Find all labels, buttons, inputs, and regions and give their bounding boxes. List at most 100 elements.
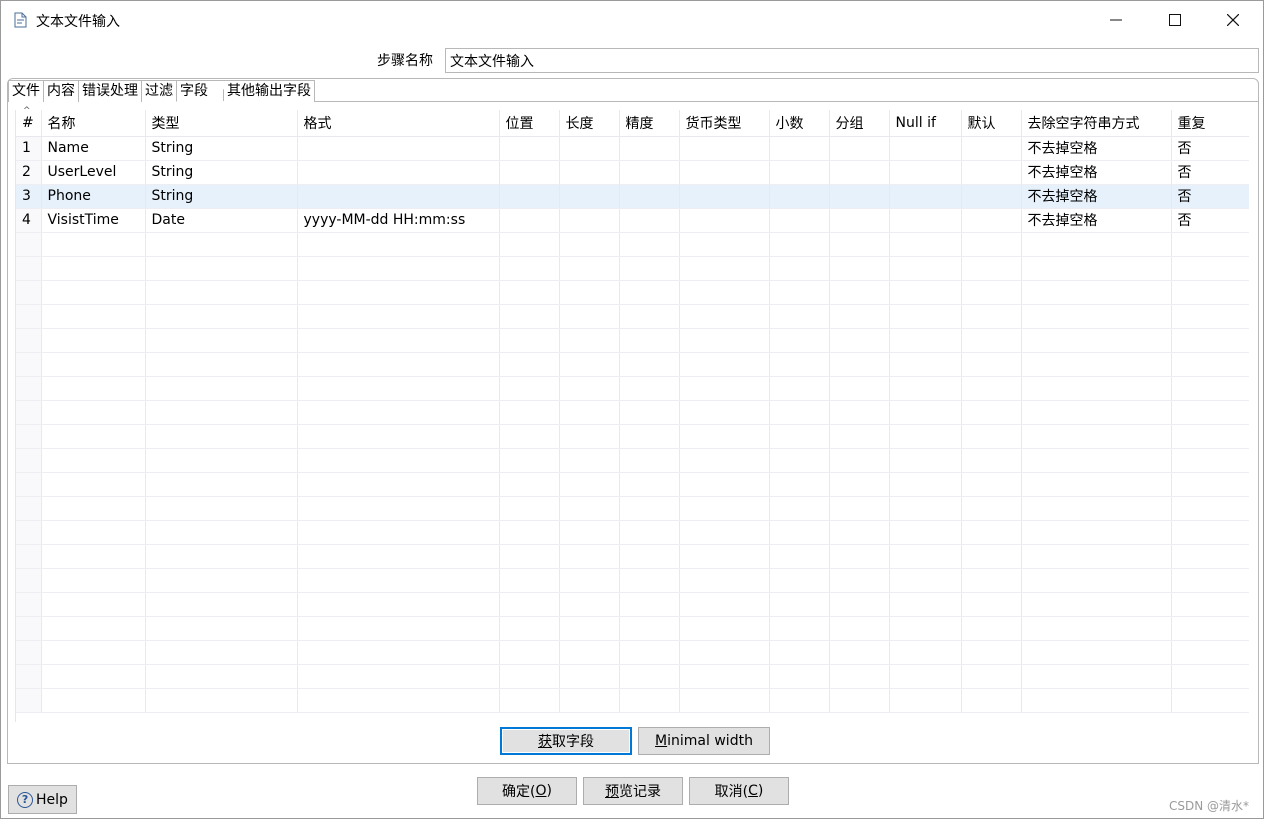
column-header[interactable]: 长度 (559, 110, 620, 137)
table-cell[interactable] (1171, 304, 1249, 329)
table-cell[interactable] (769, 616, 830, 641)
table-cell[interactable] (961, 400, 1022, 425)
table-cell[interactable] (297, 352, 500, 377)
table-cell[interactable]: 否 (1171, 160, 1249, 185)
get-fields-button[interactable]: 获取字段 (500, 727, 632, 755)
table-cell[interactable] (829, 592, 890, 617)
table-cell[interactable] (297, 568, 500, 593)
table-cell[interactable] (619, 592, 680, 617)
table-cell[interactable] (679, 520, 770, 545)
table-cell[interactable] (961, 208, 1022, 233)
column-header[interactable]: 货币类型 (679, 110, 770, 137)
table-cell[interactable] (145, 256, 298, 281)
table-cell[interactable] (559, 664, 620, 689)
table-cell[interactable] (1021, 280, 1172, 305)
table-cell[interactable] (559, 208, 620, 233)
table-cell[interactable] (499, 472, 560, 497)
table-cell[interactable] (829, 472, 890, 497)
table-cell[interactable] (1171, 424, 1249, 449)
table-cell[interactable] (889, 496, 962, 521)
table-cell[interactable] (619, 328, 680, 353)
table-row[interactable] (16, 352, 1249, 377)
table-cell[interactable]: 不去掉空格 (1021, 184, 1172, 209)
table-cell[interactable] (297, 616, 500, 641)
table-cell[interactable] (41, 664, 146, 689)
table-cell[interactable] (769, 592, 830, 617)
table-cell[interactable] (499, 496, 560, 521)
table-cell[interactable] (499, 184, 560, 209)
column-header[interactable]: 去除空字符串方式 (1021, 110, 1172, 137)
table-cell[interactable] (145, 544, 298, 569)
table-cell[interactable] (145, 352, 298, 377)
table-cell[interactable]: String (145, 184, 298, 209)
table-cell[interactable] (297, 688, 500, 713)
table-cell[interactable] (1021, 520, 1172, 545)
table-row[interactable] (16, 448, 1249, 473)
table-cell[interactable] (679, 496, 770, 521)
table-cell[interactable] (679, 448, 770, 473)
table-cell[interactable] (499, 232, 560, 257)
table-cell[interactable] (889, 544, 962, 569)
table-cell[interactable] (829, 328, 890, 353)
table-cell[interactable] (145, 232, 298, 257)
table-cell[interactable] (559, 328, 620, 353)
table-cell[interactable] (1171, 520, 1249, 545)
table-cell[interactable] (829, 448, 890, 473)
table-cell[interactable] (41, 304, 146, 329)
table-cell[interactable] (619, 448, 680, 473)
maximize-button[interactable] (1146, 1, 1204, 39)
table-cell[interactable] (1171, 472, 1249, 497)
table-cell[interactable] (1021, 616, 1172, 641)
table-cell[interactable] (769, 424, 830, 449)
table-cell[interactable]: 否 (1171, 184, 1249, 209)
table-cell[interactable] (1021, 328, 1172, 353)
table-cell[interactable] (145, 448, 298, 473)
table-cell[interactable]: 不去掉空格 (1021, 208, 1172, 233)
table-cell[interactable] (769, 376, 830, 401)
table-cell[interactable] (769, 448, 830, 473)
table-cell[interactable] (961, 544, 1022, 569)
tab-filter[interactable]: 过滤 (141, 80, 177, 102)
table-cell[interactable] (145, 688, 298, 713)
table-cell[interactable]: 否 (1171, 136, 1249, 161)
table-cell[interactable] (1021, 448, 1172, 473)
table-cell[interactable] (559, 184, 620, 209)
help-button[interactable]: ? Help (8, 785, 77, 814)
table-cell[interactable] (499, 592, 560, 617)
table-cell[interactable] (499, 208, 560, 233)
table-cell[interactable] (769, 184, 830, 209)
table-cell[interactable] (829, 352, 890, 377)
table-cell[interactable] (559, 232, 620, 257)
column-header[interactable]: 类型 (145, 110, 298, 137)
tab-error-handling[interactable]: 错误处理 (78, 80, 142, 102)
table-cell[interactable] (41, 376, 146, 401)
table-cell[interactable] (499, 616, 560, 641)
table-cell[interactable] (679, 400, 770, 425)
table-cell[interactable] (1021, 232, 1172, 257)
column-header[interactable]: Null if (889, 110, 962, 137)
table-cell[interactable] (1021, 544, 1172, 569)
table-cell[interactable] (769, 232, 830, 257)
table-cell[interactable] (145, 280, 298, 305)
table-cell[interactable] (769, 256, 830, 281)
table-cell[interactable] (41, 352, 146, 377)
table-cell[interactable] (145, 640, 298, 665)
table-cell[interactable] (559, 400, 620, 425)
table-cell[interactable] (679, 136, 770, 161)
table-cell[interactable] (41, 592, 146, 617)
table-cell[interactable] (297, 496, 500, 521)
table-cell[interactable] (559, 544, 620, 569)
table-cell[interactable] (499, 640, 560, 665)
table-cell[interactable] (559, 688, 620, 713)
table-cell[interactable] (769, 160, 830, 185)
table-cell[interactable]: 不去掉空格 (1021, 160, 1172, 185)
table-cell[interactable] (829, 568, 890, 593)
table-cell[interactable] (1021, 568, 1172, 593)
table-cell[interactable] (829, 184, 890, 209)
table-cell[interactable] (145, 304, 298, 329)
table-cell[interactable] (297, 424, 500, 449)
table-cell[interactable] (961, 256, 1022, 281)
table-cell[interactable] (619, 616, 680, 641)
table-row[interactable]: 3 Phone String 不去掉空格否 (16, 184, 1249, 209)
table-cell[interactable] (829, 424, 890, 449)
